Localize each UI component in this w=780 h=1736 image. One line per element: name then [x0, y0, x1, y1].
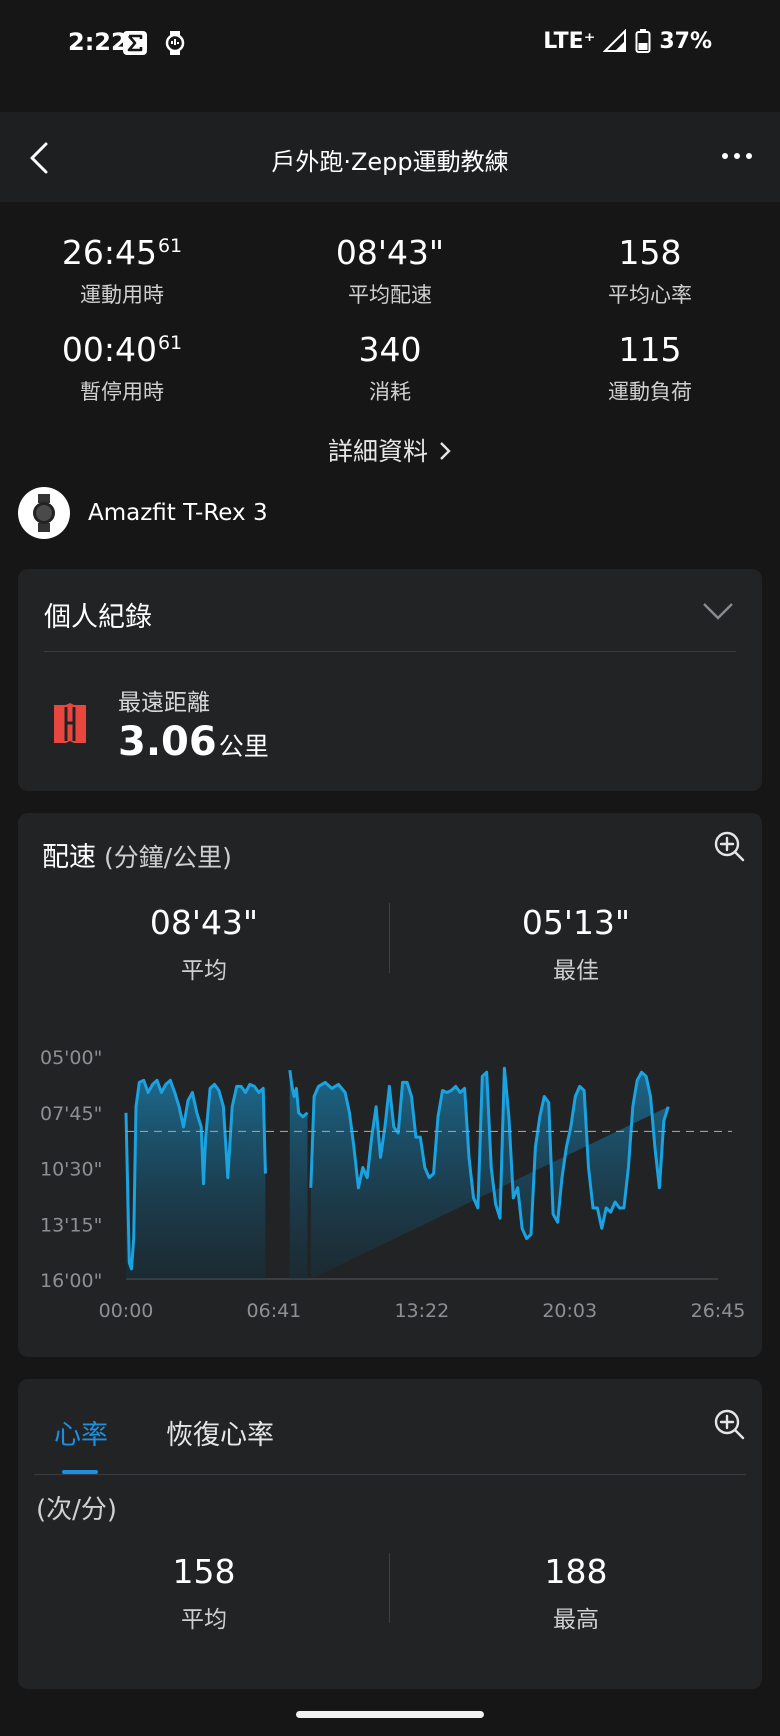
record-value: 3.06公里	[118, 719, 269, 765]
status-right: LTE⁺ 37%	[543, 28, 712, 54]
stat-avg-heart-rate: 158 平均心率	[608, 233, 692, 307]
details-link[interactable]: 詳細資料	[0, 432, 780, 468]
device-avatar	[18, 487, 70, 539]
divider	[34, 1474, 746, 1475]
stat-avg-pace: 08'43" 平均配速	[335, 233, 445, 307]
device-row[interactable]: Amazfit T-Rex 3	[18, 486, 268, 540]
stat-calories: 340 消耗	[358, 330, 422, 404]
divider	[44, 651, 736, 652]
app-header: 戶外跑·Zepp運動教練	[0, 112, 780, 202]
watch-notification-icon	[165, 31, 185, 55]
chevron-right-icon	[440, 442, 451, 460]
status-time: 2:22	[68, 28, 128, 56]
y-tick-label: 16'00"	[40, 1270, 102, 1292]
sigma-notification-icon	[123, 31, 147, 55]
personal-record-title: 個人紀錄	[44, 602, 152, 633]
y-tick-label: 07'45"	[40, 1103, 102, 1125]
pace-card: 配速 (分鐘/公里) 08'43" 平均 05'13" 最佳 05'00" 07'4…	[18, 813, 762, 1357]
stat-pause-time: 00:4061 暫停用時	[61, 330, 183, 404]
x-tick-label: 06:41	[247, 1300, 302, 1322]
stat-training-load: 115 運動負荷	[608, 330, 692, 404]
x-tick-label: 20:03	[542, 1300, 597, 1322]
workout-summary: 26:4561 運動用時 08'43" 平均配速 158 平均心率 00:406…	[0, 202, 780, 480]
heart-rate-max: 188 最高	[544, 1552, 608, 1633]
y-tick-label: 05'00"	[40, 1047, 102, 1069]
device-name: Amazfit T-Rex 3	[88, 500, 268, 526]
y-tick-label: 10'30"	[40, 1159, 102, 1181]
tab-heart-rate[interactable]: 心率	[54, 1413, 108, 1452]
tab-recovery-heart-rate[interactable]: 恢復心率	[166, 1413, 274, 1452]
battery-icon	[635, 29, 651, 53]
battery-percent: 37%	[659, 28, 712, 54]
x-tick-label: 00:00	[99, 1300, 154, 1322]
pace-chart[interactable]: 05'00" 07'45" 10'30" 13'15" 16'00" 00:00 06:41…	[18, 813, 762, 1357]
stat-duration: 26:4561 運動用時	[61, 233, 183, 307]
x-tick-label: 26:45	[691, 1300, 746, 1322]
heart-rate-card: 心率 恢復心率 (次/分) 158 平均 188 最高	[18, 1379, 762, 1689]
chevron-down-icon[interactable]	[702, 601, 734, 621]
heart-rate-average: 158 平均	[172, 1552, 236, 1633]
heart-rate-unit: (次/分)	[36, 1495, 118, 1525]
record-label: 最遠距離	[118, 690, 210, 716]
watch-icon	[33, 494, 55, 532]
page-title: 戶外跑·Zepp運動教練	[271, 148, 509, 176]
y-tick-label: 13'15"	[40, 1214, 102, 1236]
signal-icon	[603, 29, 627, 52]
more-options-icon[interactable]	[720, 150, 754, 162]
home-indicator[interactable]	[296, 1711, 484, 1718]
personal-record-card: 個人紀錄 最遠距離 3.06公里	[18, 569, 762, 791]
distance-record-icon	[54, 703, 86, 743]
status-bar: 2:22 LTE⁺ 37%	[0, 0, 780, 90]
zoom-in-icon[interactable]	[712, 1407, 746, 1441]
x-tick-label: 13:22	[394, 1300, 449, 1322]
network-type: LTE⁺	[543, 28, 596, 54]
